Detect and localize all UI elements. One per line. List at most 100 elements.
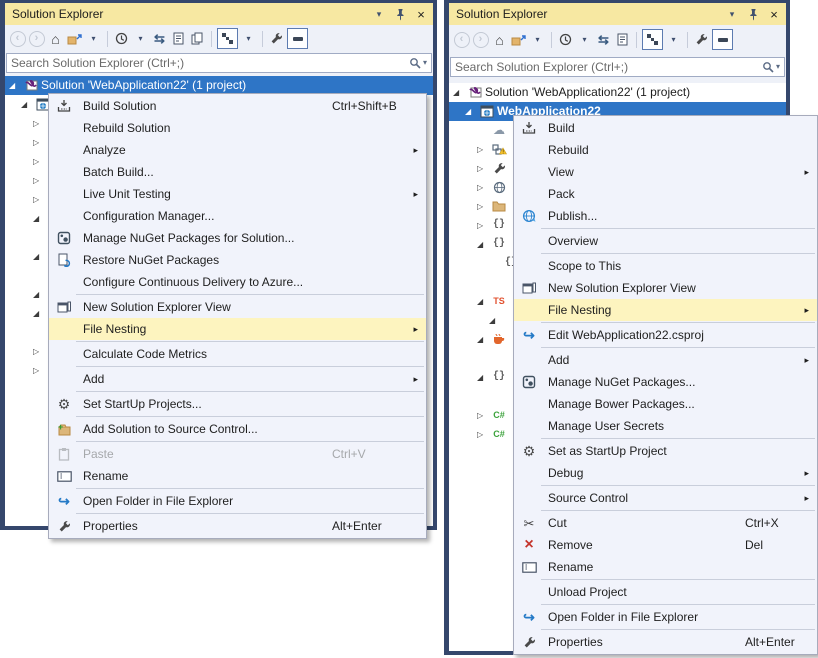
collapsed-arrow-icon[interactable]: ▷ xyxy=(33,133,39,152)
expanded-arrow-icon[interactable]: ◢ xyxy=(9,76,15,95)
dropdown-caret-icon[interactable]: ▾ xyxy=(132,30,149,48)
expanded-arrow-icon[interactable]: ◢ xyxy=(453,83,459,102)
collapsed-arrow-icon[interactable]: ▷ xyxy=(477,425,483,444)
pin-icon[interactable] xyxy=(747,7,759,21)
window-position-icon[interactable]: ▾ xyxy=(373,7,385,21)
dropdown-caret-icon[interactable]: ▾ xyxy=(85,30,102,48)
collapsed-arrow-icon[interactable]: ▷ xyxy=(33,190,39,209)
menu-item-set-as-startup-project[interactable]: ⚙Set as StartUp Project xyxy=(514,440,817,462)
collapsed-arrow-icon[interactable]: ▷ xyxy=(477,406,483,425)
collapsed-arrow-icon[interactable]: ▷ xyxy=(477,197,483,216)
expanded-arrow-icon[interactable]: ◢ xyxy=(33,304,39,323)
menu-item-calculate-code-metrics[interactable]: Calculate Code Metrics xyxy=(49,343,426,365)
collapsed-arrow-icon[interactable]: ▷ xyxy=(33,152,39,171)
collapsed-arrow-icon[interactable]: ▷ xyxy=(477,178,483,197)
wrench-icon[interactable] xyxy=(268,30,285,48)
collapsed-arrow-icon[interactable]: ▷ xyxy=(33,114,39,133)
window-position-icon[interactable]: ▾ xyxy=(726,7,738,21)
close-icon[interactable]: × xyxy=(768,7,780,21)
switch-views-icon[interactable] xyxy=(217,28,238,49)
dropdown-caret-icon[interactable]: ▾ xyxy=(240,30,257,48)
preview-selected-items-icon[interactable] xyxy=(712,29,733,50)
menu-item-rebuild-solution[interactable]: Rebuild Solution xyxy=(49,117,426,139)
menu-item-set-startup-projects[interactable]: ⚙Set StartUp Projects... xyxy=(49,393,426,415)
menu-item-edit-webapplication22-csproj[interactable]: ↪Edit WebApplication22.csproj xyxy=(514,324,817,346)
switch-views-icon[interactable] xyxy=(642,29,663,50)
menu-item-paste[interactable]: PasteCtrl+V xyxy=(49,443,426,465)
solution-node[interactable]: ◢Solution 'WebApplication22' (1 project) xyxy=(449,83,786,102)
menu-item-batch-build[interactable]: Batch Build... xyxy=(49,161,426,183)
search-icon[interactable] xyxy=(409,57,421,69)
menu-item-build-solution[interactable]: Build SolutionCtrl+Shift+B xyxy=(49,95,426,117)
pending-changes-filter-icon[interactable] xyxy=(557,31,574,49)
collapse-all-icon[interactable] xyxy=(510,31,527,49)
back-icon[interactable]: ‹ xyxy=(453,31,470,49)
back-icon[interactable]: ‹ xyxy=(9,30,26,48)
properties-pages-icon[interactable] xyxy=(614,31,631,49)
menu-item-view[interactable]: View▸ xyxy=(514,161,817,183)
collapsed-arrow-icon[interactable]: ▷ xyxy=(33,171,39,190)
menu-item-rebuild[interactable]: Rebuild xyxy=(514,139,817,161)
home-icon[interactable]: ⌂ xyxy=(47,30,64,48)
menu-item-configure-continuous-delivery-to-azure[interactable]: Configure Continuous Delivery to Azure..… xyxy=(49,271,426,293)
menu-item-rename[interactable]: IRename xyxy=(514,556,817,578)
expanded-arrow-icon[interactable]: ◢ xyxy=(477,330,483,349)
menu-item-publish[interactable]: Publish... xyxy=(514,205,817,227)
forward-icon[interactable]: › xyxy=(28,30,45,48)
menu-item-file-nesting[interactable]: File Nesting▸ xyxy=(514,299,817,321)
menu-item-open-folder-in-file-explorer[interactable]: ↪Open Folder in File Explorer xyxy=(514,606,817,628)
menu-item-debug[interactable]: Debug▸ xyxy=(514,462,817,484)
menu-item-new-solution-explorer-view[interactable]: New Solution Explorer View xyxy=(514,277,817,299)
menu-item-properties[interactable]: PropertiesAlt+Enter xyxy=(49,515,426,537)
menu-item-configuration-manager[interactable]: Configuration Manager... xyxy=(49,205,426,227)
menu-item-scope-to-this[interactable]: Scope to This xyxy=(514,255,817,277)
properties-pages-icon[interactable] xyxy=(170,30,187,48)
collapse-all-icon[interactable] xyxy=(66,30,83,48)
menu-item-pack[interactable]: Pack xyxy=(514,183,817,205)
menu-item-add[interactable]: Add▸ xyxy=(49,368,426,390)
menu-item-add-solution-to-source-control[interactable]: +Add Solution to Source Control... xyxy=(49,418,426,440)
expanded-arrow-icon[interactable]: ◢ xyxy=(489,311,495,330)
expanded-arrow-icon[interactable]: ◢ xyxy=(477,368,483,387)
home-icon[interactable]: ⌂ xyxy=(491,31,508,49)
search-input[interactable]: Search Solution Explorer (Ctrl+;) ▾ xyxy=(6,53,432,73)
menu-item-properties[interactable]: PropertiesAlt+Enter xyxy=(514,631,817,653)
menu-item-cut[interactable]: ✂CutCtrl+X xyxy=(514,512,817,534)
menu-item-manage-nuget-packages-for-solution[interactable]: Manage NuGet Packages for Solution... xyxy=(49,227,426,249)
menu-item-rename[interactable]: IRename xyxy=(49,465,426,487)
tool-window-titlebar[interactable]: Solution Explorer ▾× xyxy=(449,3,786,25)
menu-item-source-control[interactable]: Source Control▸ xyxy=(514,487,817,509)
menu-item-build[interactable]: Build xyxy=(514,117,817,139)
collapsed-arrow-icon[interactable]: ▷ xyxy=(33,342,39,361)
menu-item-unload-project[interactable]: Unload Project xyxy=(514,581,817,603)
menu-item-open-folder-in-file-explorer[interactable]: ↪Open Folder in File Explorer xyxy=(49,490,426,512)
menu-item-manage-nuget-packages[interactable]: Manage NuGet Packages... xyxy=(514,371,817,393)
expanded-arrow-icon[interactable]: ◢ xyxy=(477,292,483,311)
menu-item-manage-user-secrets[interactable]: Manage User Secrets xyxy=(514,415,817,437)
sync-icon[interactable]: ⇆ xyxy=(151,30,168,48)
menu-item-analyze[interactable]: Analyze▸ xyxy=(49,139,426,161)
expanded-arrow-icon[interactable]: ◢ xyxy=(477,235,483,254)
expanded-arrow-icon[interactable]: ◢ xyxy=(33,209,39,228)
collapsed-arrow-icon[interactable]: ▷ xyxy=(477,159,483,178)
pin-icon[interactable] xyxy=(394,7,406,21)
search-icon[interactable] xyxy=(762,61,774,73)
menu-item-new-solution-explorer-view[interactable]: New Solution Explorer View xyxy=(49,296,426,318)
menu-item-restore-nuget-packages[interactable]: Restore NuGet Packages xyxy=(49,249,426,271)
dropdown-caret-icon[interactable]: ▾ xyxy=(576,31,593,49)
search-input[interactable]: Search Solution Explorer (Ctrl+;) ▾ xyxy=(450,57,785,77)
expanded-arrow-icon[interactable]: ◢ xyxy=(21,95,27,114)
close-icon[interactable]: × xyxy=(415,7,427,21)
copy-icon[interactable] xyxy=(189,30,206,48)
expanded-arrow-icon[interactable]: ◢ xyxy=(465,102,471,121)
menu-item-overview[interactable]: Overview xyxy=(514,230,817,252)
search-options-caret-icon[interactable]: ▾ xyxy=(776,63,780,71)
menu-item-add[interactable]: Add▸ xyxy=(514,349,817,371)
menu-item-manage-bower-packages[interactable]: Manage Bower Packages... xyxy=(514,393,817,415)
tool-window-titlebar[interactable]: Solution Explorer ▾× xyxy=(5,3,433,25)
wrench-icon[interactable] xyxy=(693,31,710,49)
dropdown-caret-icon[interactable]: ▾ xyxy=(665,31,682,49)
preview-selected-items-icon[interactable] xyxy=(287,28,308,49)
search-options-caret-icon[interactable]: ▾ xyxy=(423,59,427,67)
dropdown-caret-icon[interactable]: ▾ xyxy=(529,31,546,49)
